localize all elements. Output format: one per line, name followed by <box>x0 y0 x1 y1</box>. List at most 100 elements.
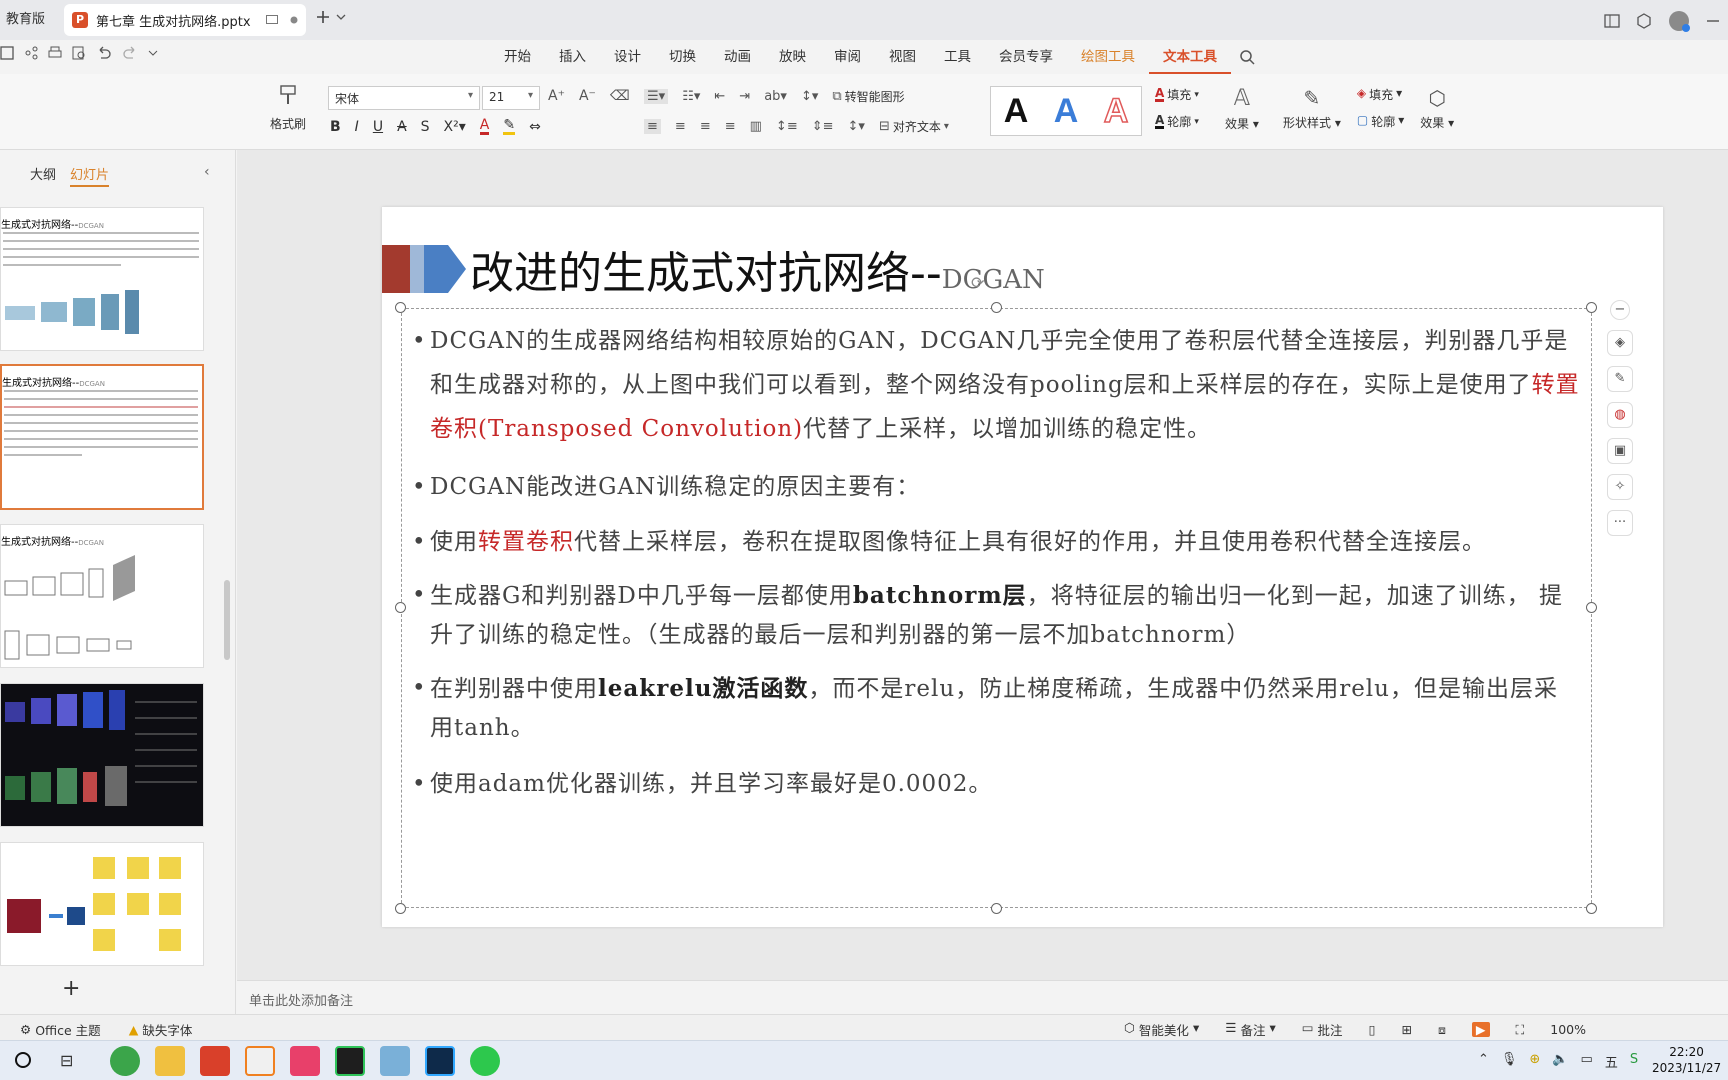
shape-effect-button[interactable]: ⬡ 效果 ▾ <box>1420 86 1454 131</box>
line-spacing-icon[interactable]: ↕≡ <box>776 119 798 134</box>
menu-view[interactable]: 视图 <box>875 40 930 74</box>
rotate-handle-icon[interactable]: ⟳ <box>971 273 984 292</box>
chevron-up-icon[interactable]: ⌃ <box>1478 1052 1489 1071</box>
increase-indent-icon[interactable]: ⇥ <box>739 89 750 104</box>
align-right-icon[interactable]: ≡ <box>700 119 711 134</box>
collapse-icon[interactable]: − <box>1610 300 1630 320</box>
resize-handle[interactable] <box>991 302 1002 313</box>
search-icon[interactable] <box>1239 49 1255 65</box>
italic-icon[interactable]: I <box>355 119 359 135</box>
missing-font-button[interactable]: ▲ 缺失字体 <box>129 1020 193 1039</box>
comments-button[interactable]: ▭ 批注 <box>1302 1020 1343 1039</box>
avatar[interactable] <box>1668 10 1690 32</box>
slide-thumbnail[interactable] <box>0 842 204 966</box>
undo-icon[interactable] <box>96 46 112 60</box>
save-icon[interactable] <box>0 46 14 60</box>
format-brush-button[interactable]: 格式刷 <box>264 80 312 132</box>
sorter-view-icon[interactable]: ⊞ <box>1401 1022 1411 1037</box>
slide-thumbnail-active[interactable]: 生成式对抗网络--DCGAN <box>0 364 204 510</box>
notes-toggle-button[interactable]: ☰ 备注 ▾ <box>1225 1020 1276 1039</box>
wechat-app-icon[interactable] <box>470 1046 500 1076</box>
font-size-select[interactable]: 21 ▾ <box>482 86 540 110</box>
slideshow-button[interactable]: ▶ <box>1471 1022 1490 1037</box>
tab-outline[interactable]: 大纲 <box>30 164 56 187</box>
shape-outline-button[interactable]: ▢ 轮廓 ▾ <box>1357 113 1404 130</box>
strikethrough-icon[interactable]: A <box>397 119 407 135</box>
shape-style-button[interactable]: ✎ 形状样式 ▾ <box>1283 86 1341 131</box>
wps-app-icon[interactable] <box>200 1046 230 1076</box>
redo-icon[interactable] <box>122 46 138 60</box>
wps-tray-icon[interactable]: S <box>1630 1052 1638 1071</box>
resize-handle[interactable] <box>395 903 406 914</box>
distribute-icon[interactable]: ▥ <box>750 119 762 134</box>
photoshop-app-icon[interactable] <box>425 1046 455 1076</box>
task-view-icon[interactable]: ⊟ <box>60 1051 73 1070</box>
notes-pane[interactable]: 单击此处添加备注 <box>237 980 1728 1014</box>
justify-icon[interactable]: ≡ <box>725 119 736 134</box>
slides-app-icon[interactable] <box>290 1046 320 1076</box>
menu-transition[interactable]: 切换 <box>655 40 710 74</box>
bullet-list-icon[interactable]: ☰▾ <box>644 89 669 104</box>
frame-icon[interactable]: ▣ <box>1607 438 1633 464</box>
increase-font-icon[interactable]: A⁺ <box>548 88 565 104</box>
slide-body-text[interactable]: DCGAN的生成器网络结构相较原始的GAN，DCGAN几乎完全使用了卷积层代替全… <box>412 319 1580 820</box>
mic-icon[interactable]: 🎙 <box>1501 1052 1518 1071</box>
folder-app-icon[interactable] <box>155 1046 185 1076</box>
theme-button[interactable]: ⚙ Office 主题 <box>20 1020 101 1039</box>
spacing-more-icon[interactable]: ↕▾ <box>848 119 865 134</box>
menu-start[interactable]: 开始 <box>490 40 545 74</box>
close-tab-icon[interactable] <box>290 16 298 24</box>
align-center-icon[interactable]: ≡ <box>675 119 686 134</box>
numbered-list-icon[interactable]: ☷▾ <box>682 89 700 104</box>
text-direction-icon[interactable]: ab▾ <box>764 89 787 104</box>
menu-tools[interactable]: 工具 <box>930 40 985 74</box>
resize-handle[interactable] <box>991 903 1002 914</box>
screen-icon[interactable] <box>266 15 278 25</box>
add-slide-button[interactable]: + <box>62 976 80 1001</box>
fill-icon[interactable]: ◍ <box>1607 402 1633 428</box>
menu-review[interactable]: 审阅 <box>820 40 875 74</box>
resize-handle[interactable] <box>395 602 406 613</box>
underline-icon[interactable]: U <box>373 119 383 135</box>
reading-view-icon[interactable]: ⧈ <box>1438 1022 1446 1038</box>
slide-title[interactable]: 改进的生成式对抗网络--DCGAN <box>470 237 1045 301</box>
align-left-icon[interactable]: ≡ <box>644 119 661 134</box>
cube-icon[interactable] <box>1636 13 1652 29</box>
double-strike-icon[interactable]: S <box>421 119 430 135</box>
wordart-style-gallery[interactable]: A A A <box>990 86 1142 136</box>
jupyter-app-icon[interactable] <box>245 1046 275 1076</box>
clear-format-icon[interactable]: ⌫ <box>610 88 630 104</box>
magic-wand-icon[interactable]: ✧ <box>1607 474 1633 500</box>
resize-handle[interactable] <box>1586 903 1597 914</box>
menu-slideshow[interactable]: 放映 <box>765 40 820 74</box>
print-preview-icon[interactable] <box>72 46 86 60</box>
menu-animation[interactable]: 动画 <box>710 40 765 74</box>
slide-thumbnail[interactable]: 生成式对抗网络--DCGAN <box>0 524 204 668</box>
print-icon[interactable] <box>48 46 62 60</box>
menu-drawing-tools[interactable]: 绘图工具 <box>1067 40 1149 74</box>
slide-thumbnail[interactable] <box>0 683 204 827</box>
menu-member[interactable]: 会员专享 <box>985 40 1067 74</box>
normal-view-icon[interactable]: ▯ <box>1369 1022 1376 1037</box>
chevron-down-icon[interactable] <box>336 14 346 20</box>
resize-handle[interactable] <box>1586 602 1597 613</box>
bold-icon[interactable]: B <box>330 119 341 135</box>
menu-design[interactable]: 设计 <box>600 40 655 74</box>
text-effect-button[interactable]: 𝔸 效果 ▾ <box>1225 86 1259 132</box>
shape-fill-button[interactable]: ◈ 填充 ▾ <box>1357 86 1404 103</box>
para-spacing-icon[interactable]: ⇕≡ <box>812 119 834 134</box>
edition-tab[interactable]: 教育版 <box>0 6 51 34</box>
plus-circle-icon[interactable]: ⊕ <box>1529 1052 1540 1071</box>
wordart-style-blue[interactable]: A <box>1054 92 1079 131</box>
ime-icon[interactable]: 五 <box>1605 1052 1618 1071</box>
layers-icon[interactable]: ◈ <box>1607 330 1633 356</box>
slide[interactable]: 改进的生成式对抗网络--DCGAN ⟳ DCGAN的生成器网络结构相较原始的GA… <box>382 207 1663 927</box>
sort-icon[interactable]: ↕▾ <box>801 89 818 104</box>
more-chevron-icon[interactable] <box>148 46 158 60</box>
notes-app-icon[interactable] <box>380 1046 410 1076</box>
document-tab[interactable]: P 第七章 生成对抗网络.pptx <box>64 4 306 36</box>
wordart-style-outline[interactable]: A <box>1103 91 1129 131</box>
decrease-font-icon[interactable]: A⁻ <box>579 88 596 104</box>
volume-icon[interactable]: 🔈 <box>1552 1052 1568 1071</box>
fit-window-icon[interactable]: ⛶ <box>1516 1022 1525 1038</box>
